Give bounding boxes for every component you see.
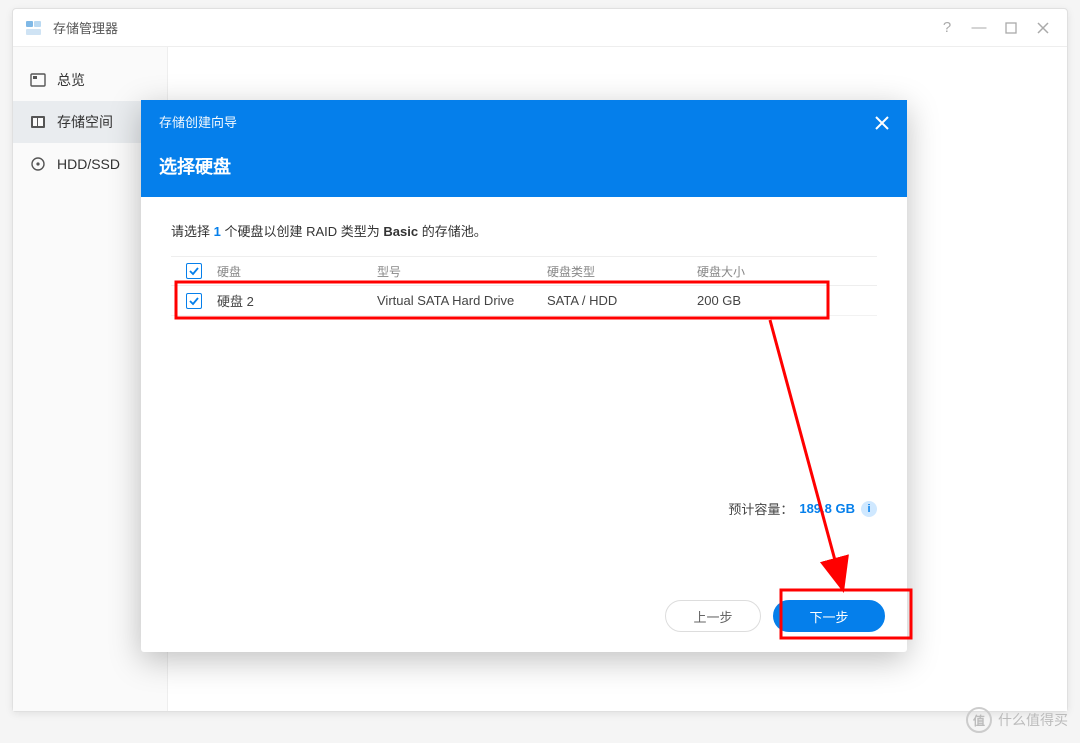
select-all-checkbox[interactable] [186, 263, 202, 279]
col-type: 硬盘类型 [547, 263, 697, 280]
summary-label: 预计容量： [728, 499, 793, 518]
dialog-subtitle: 存储创建向导 [159, 112, 889, 131]
instruction-text: 请选择 1 个硬盘以创建 RAID 类型为 Basic 的存储池。 [171, 221, 877, 240]
close-button[interactable] [1029, 14, 1057, 42]
info-icon[interactable]: i [861, 501, 877, 517]
cell-model: Virtual SATA Hard Drive [377, 293, 547, 308]
overview-icon [29, 71, 47, 89]
dialog-footer: 上一步 下一步 [141, 588, 907, 652]
summary-value: 189.8 GB [799, 501, 855, 516]
disk-icon [29, 155, 47, 173]
instruction-suffix: 的存储池。 [418, 224, 487, 239]
table-row[interactable]: 硬盘 2 Virtual SATA Hard Drive SATA / HDD … [171, 286, 877, 316]
dialog-close-button[interactable] [871, 112, 893, 134]
sidebar-item-label: 存储空间 [57, 112, 113, 132]
window-title: 存储管理器 [53, 18, 118, 37]
help-button[interactable]: ? [933, 14, 961, 42]
col-disk: 硬盘 [217, 263, 377, 280]
watermark: 值 什么值得买 [966, 707, 1068, 733]
app-icon [23, 17, 45, 39]
sidebar-item-overview[interactable]: 总览 [13, 59, 167, 101]
dialog-header: 存储创建向导 选择硬盘 [141, 100, 907, 197]
prev-button[interactable]: 上一步 [665, 600, 761, 632]
cell-type: SATA / HDD [547, 293, 697, 308]
maximize-button[interactable] [997, 14, 1025, 42]
next-button[interactable]: 下一步 [773, 600, 885, 632]
disk-table: 硬盘 型号 硬盘类型 硬盘大小 硬盘 2 Virtual SATA Hard D… [171, 256, 877, 316]
capacity-summary: 预计容量： 189.8 GB i [728, 499, 877, 518]
titlebar: 存储管理器 ? — [13, 9, 1067, 47]
dialog-body: 请选择 1 个硬盘以创建 RAID 类型为 Basic 的存储池。 硬盘 型号 … [141, 197, 907, 588]
watermark-text: 什么值得买 [998, 710, 1068, 730]
instruction-mid: 个硬盘以创建 RAID 类型为 [221, 224, 384, 239]
table-header: 硬盘 型号 硬盘类型 硬盘大小 [171, 256, 877, 286]
cell-disk: 硬盘 2 [217, 291, 377, 310]
col-size: 硬盘大小 [697, 263, 837, 280]
dialog-title: 选择硬盘 [159, 153, 889, 179]
cell-size: 200 GB [697, 293, 837, 308]
storage-icon [29, 113, 47, 131]
instruction-count: 1 [214, 224, 221, 239]
instruction-prefix: 请选择 [171, 224, 214, 239]
watermark-badge: 值 [966, 707, 992, 733]
row-checkbox[interactable] [186, 293, 202, 309]
minimize-button[interactable]: — [965, 14, 993, 42]
sidebar-item-label: 总览 [57, 70, 85, 90]
col-model: 型号 [377, 263, 547, 280]
instruction-basic: Basic [383, 224, 418, 239]
sidebar-item-label: HDD/SSD [57, 156, 120, 172]
storage-wizard-dialog: 存储创建向导 选择硬盘 请选择 1 个硬盘以创建 RAID 类型为 Basic … [141, 100, 907, 652]
